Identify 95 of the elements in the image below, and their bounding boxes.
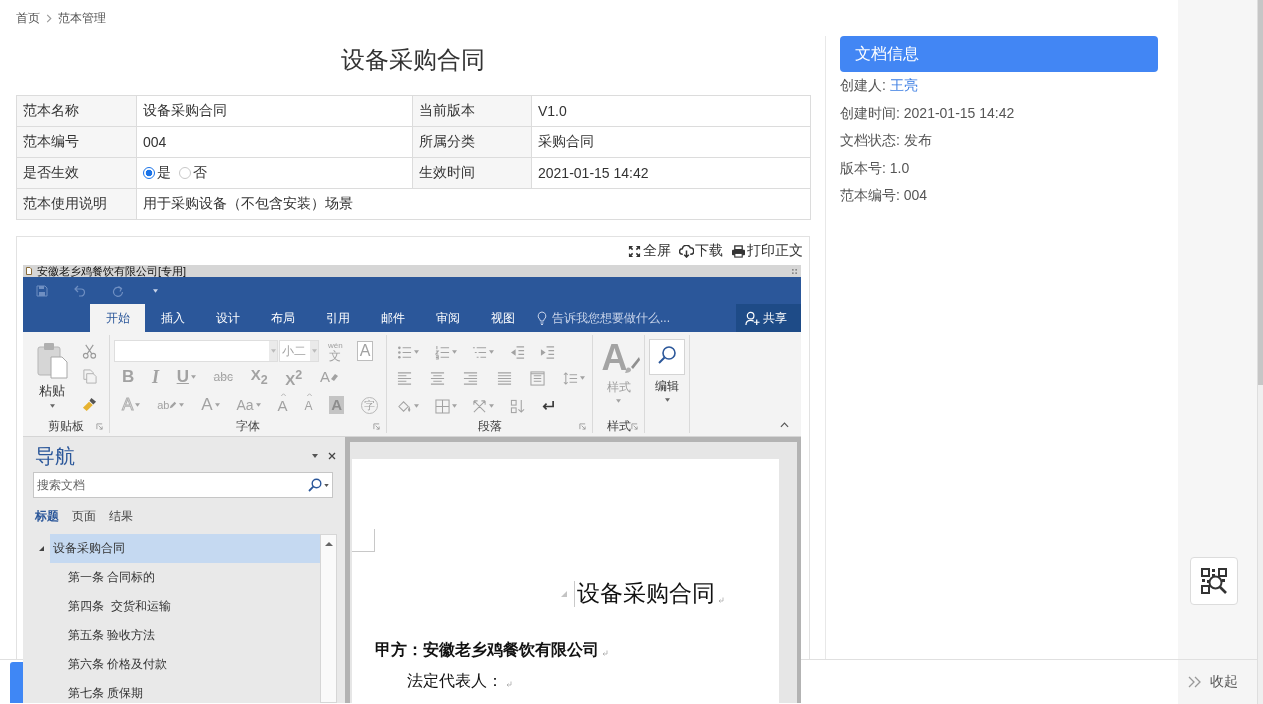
search-icon[interactable] <box>308 478 322 492</box>
save-icon[interactable] <box>36 284 48 297</box>
clipboard-icon <box>36 341 68 379</box>
radio-button[interactable] <box>143 167 155 179</box>
field-value: 用于采购设备（不包含安装）场景 <box>136 188 811 220</box>
fullscreen-button[interactable]: 全屏 <box>627 242 671 260</box>
field-label: 是否生效 <box>16 157 137 189</box>
field-value: 2021-01-15 14:42 <box>531 157 811 189</box>
lightbulb-icon <box>537 311 547 325</box>
field-label: 范本使用说明 <box>16 188 137 220</box>
ribbon-tab[interactable]: 审阅 <box>420 304 475 332</box>
double-chevron-icon <box>1188 676 1202 688</box>
group-label: 剪贴板 <box>48 419 84 433</box>
expand-arrows-icon <box>627 244 642 258</box>
group-label: 段落 <box>477 419 502 433</box>
breadcrumb-link[interactable]: 首页 <box>16 9 40 27</box>
field-value: 设备采购合同 <box>136 95 413 127</box>
ribbon-tab[interactable]: 视图 <box>475 304 530 332</box>
info-line: 版本号: 1.0 <box>840 158 911 178</box>
pane-tab[interactable]: 页面 <box>72 507 96 525</box>
tree-item[interactable]: 第六条 价格及付款 <box>33 650 168 679</box>
chevron-right-icon <box>46 13 52 23</box>
group-label: 样式 <box>606 419 631 433</box>
info-line: 文档状态: 发布 <box>840 131 933 150</box>
resize-grip-icon[interactable] <box>792 268 797 274</box>
qr-code-button[interactable] <box>1190 557 1238 605</box>
ribbon-tab[interactable]: 插入 <box>145 304 200 332</box>
radio-option[interactable]: 是 <box>143 164 171 182</box>
group-label: 字体 <box>236 419 260 433</box>
ribbon-tab[interactable]: 设计 <box>200 304 255 332</box>
scrollbar-thumb[interactable] <box>1258 0 1263 385</box>
document-paragraph: 甲方：安徽老乡鸡餐饮有限公司 <box>375 640 599 660</box>
document-heading: 设备采购合同 <box>577 580 715 608</box>
window-title: 安徽老乡鸡餐饮有限公司[专用] <box>37 265 187 277</box>
undo-icon[interactable] <box>74 284 86 297</box>
field-label: 所属分类 <box>412 126 532 158</box>
up-caret-icon <box>307 393 313 396</box>
tell-me-field[interactable]: 告诉我您想要做什么... <box>552 309 692 327</box>
ribbon-tab[interactable]: 邮件 <box>365 304 420 332</box>
pane-tab[interactable]: 标题 <box>35 507 59 525</box>
radio-option[interactable]: 否 <box>179 164 207 182</box>
document-icon <box>26 267 32 275</box>
cloud-download-icon <box>679 244 694 258</box>
print-button[interactable]: 打印正文 <box>731 242 803 260</box>
download-button[interactable]: 下载 <box>679 242 723 260</box>
search-icon <box>649 339 685 375</box>
ribbon-tab[interactable]: 开始 <box>90 304 145 332</box>
field-label: 当前版本 <box>412 95 532 127</box>
up-caret-icon <box>280 393 286 396</box>
collapse-button[interactable]: 收起 <box>1178 660 1257 704</box>
field-label: 生效时间 <box>412 157 532 189</box>
paragraph-mark-icon <box>602 650 608 656</box>
scroll-up-icon[interactable] <box>324 541 333 546</box>
text-cursor <box>574 581 575 607</box>
caret-icon[interactable] <box>312 454 318 458</box>
person-plus-icon <box>745 310 760 326</box>
info-line: 范本编号: 004 <box>840 186 929 205</box>
caret-icon[interactable] <box>324 484 329 487</box>
paragraph-mark-icon <box>718 597 724 603</box>
paragraph-mark-icon <box>506 681 512 687</box>
field-label: 范本名称 <box>16 95 137 127</box>
caret-icon[interactable] <box>153 288 158 293</box>
redo-icon[interactable] <box>112 284 124 297</box>
caret-icon[interactable] <box>49 404 55 408</box>
triangle-marker-icon <box>560 590 568 598</box>
radio-button[interactable] <box>179 167 191 179</box>
tree-item[interactable]: 第五条 验收方法 <box>33 621 156 650</box>
info-line: 创建时间: 2021-01-15 14:42 <box>840 103 1016 123</box>
document-paragraph: 法定代表人： <box>407 671 503 691</box>
margin-corner-mark <box>352 529 375 552</box>
field-value: 004 <box>136 126 413 158</box>
creator-link[interactable]: 王亮 <box>889 77 918 93</box>
printer-icon <box>731 244 746 258</box>
expand-triangle-icon[interactable] <box>38 545 45 552</box>
tree-item[interactable]: 第四条 交货和运输 <box>33 592 171 621</box>
tree-item[interactable]: 设备采购合同 <box>50 534 320 563</box>
tree-item[interactable]: 第一条 合同标的 <box>33 563 156 592</box>
field-value: 采购合同 <box>531 126 811 158</box>
ribbon-tab[interactable]: 布局 <box>255 304 310 332</box>
pane-title: 导航 <box>35 444 75 469</box>
breadcrumb-link[interactable]: 范本管理 <box>58 9 106 27</box>
info-line: 创建人: 王亮 <box>840 76 919 95</box>
caret-icon[interactable] <box>664 398 670 402</box>
pane-tab[interactable]: 结果 <box>109 507 133 525</box>
qr-code-magnifier-icon <box>1200 567 1228 595</box>
field-label: 范本编号 <box>16 126 137 158</box>
close-icon[interactable] <box>328 452 336 460</box>
eraser-icon <box>329 373 338 381</box>
share-button[interactable]: 共享 <box>736 304 801 332</box>
page-title: 设备采购合同 <box>340 45 486 75</box>
ribbon-tab[interactable]: 引用 <box>310 304 365 332</box>
search-field[interactable]: 搜索文档 <box>33 472 333 498</box>
field-value: V1.0 <box>531 95 811 127</box>
tree-item[interactable]: 第七条 质保期 <box>33 679 144 703</box>
panel-header: 文档信息 <box>840 36 1158 72</box>
